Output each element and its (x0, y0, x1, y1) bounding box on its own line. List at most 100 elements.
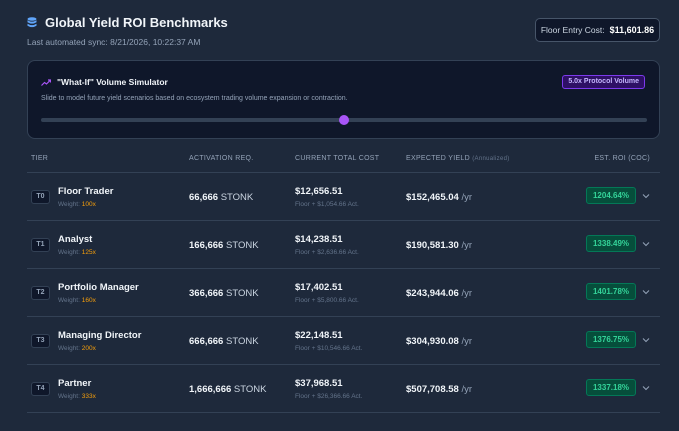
weight-label: Weight: (58, 297, 80, 304)
yield-period: /yr (461, 240, 473, 251)
tier-badge: T0 (31, 190, 50, 204)
roi-badge: 1204.64% (586, 187, 636, 204)
header-yield-label: EXPECTED YIELD (406, 155, 470, 162)
yield-amount: $507,708.58 (406, 384, 459, 395)
yield-period: /yr (461, 336, 473, 347)
floor-entry-label: Floor Entry Cost: (540, 25, 605, 35)
total-cost: $12,656.51 (295, 186, 343, 197)
weight-label: Weight: (58, 201, 80, 208)
tier-name: Floor Trader (58, 186, 114, 197)
tier-weight: Weight: 100x (58, 201, 96, 208)
weight-value: 125x (81, 249, 96, 256)
yield-period: /yr (461, 288, 473, 299)
activation-amount: 366,666 (189, 288, 224, 299)
yield-amount: $190,581.30 (406, 240, 459, 251)
total-cost: $37,968.51 (295, 378, 343, 389)
activation-unit: STONK (225, 288, 259, 299)
roi-badge: 1338.49% (586, 235, 636, 252)
total-cost: $17,402.51 (295, 282, 343, 293)
activation-requirement: 166,666 STONK (189, 240, 259, 251)
volume-simulator-panel: "What-If" Volume Simulator Slide to mode… (27, 60, 660, 139)
yield-period: /yr (461, 384, 473, 395)
weight-value: 333x (81, 393, 96, 400)
weight-value: 100x (81, 201, 96, 208)
roi-badge: 1401.78% (586, 283, 636, 300)
tier-badge: T2 (31, 286, 50, 300)
weight-label: Weight: (58, 345, 80, 352)
activation-amount: 1,666,666 (189, 384, 232, 395)
yield-period: /yr (461, 192, 473, 203)
header-cost: CURRENT TOTAL COST (295, 155, 380, 162)
floor-entry-cost: Floor Entry Cost: $11,601.86 (535, 18, 660, 42)
weight-value: 200x (81, 345, 96, 352)
tier-badge: T3 (31, 334, 50, 348)
tier-badge: T4 (31, 382, 50, 396)
activation-requirement: 66,666 STONK (189, 192, 253, 203)
page-header: Global Yield ROI Benchmarks Last automat… (27, 15, 228, 47)
table-row[interactable]: T0 Floor Trader Weight: 100x 66,666 STONK $1… (27, 173, 660, 221)
yield-amount: $304,930.08 (406, 336, 459, 347)
chevron-down-icon[interactable] (642, 288, 650, 296)
tier-name: Analyst (58, 234, 93, 245)
expected-yield: $243,944.06 /yr (406, 288, 472, 299)
tier-name: Managing Director (58, 330, 142, 341)
chevron-down-icon[interactable] (642, 336, 650, 344)
simulator-title: "What-If" Volume Simulator (57, 77, 168, 87)
cost-breakdown: Floor + $1,054.66 Act. (295, 201, 359, 208)
title-row: Global Yield ROI Benchmarks (27, 15, 228, 30)
header-yield: EXPECTED YIELD (Annualized) (406, 155, 510, 162)
tier-badge: T1 (31, 238, 50, 252)
activation-requirement: 666,666 STONK (189, 336, 259, 347)
yield-amount: $152,465.04 (406, 192, 459, 203)
header-yield-sub: (Annualized) (472, 156, 510, 162)
volume-slider[interactable] (41, 115, 647, 125)
floor-entry-value: $11,601.86 (609, 25, 655, 35)
chevron-down-icon[interactable] (642, 384, 650, 392)
cost-breakdown: Floor + $26,366.66 Act. (295, 393, 363, 400)
activation-amount: 66,666 (189, 192, 219, 203)
activation-unit: STONK (225, 240, 259, 251)
table-header: TIER ACTIVATION REQ. CURRENT TOTAL COST … (27, 145, 660, 173)
trending-up-icon (41, 78, 51, 86)
weight-label: Weight: (58, 249, 80, 256)
tier-weight: Weight: 333x (58, 393, 96, 400)
cost-breakdown: Floor + $5,800.66 Act. (295, 297, 359, 304)
table-row[interactable]: T4 Partner Weight: 333x 1,666,666 STONK $37,… (27, 365, 660, 413)
total-cost: $22,148.51 (295, 330, 343, 341)
total-cost: $14,238.51 (295, 234, 343, 245)
roi-badge: 1337.18% (586, 379, 636, 396)
simulator-title-row: "What-If" Volume Simulator (41, 77, 168, 87)
header-tier: TIER (31, 155, 49, 162)
cost-breakdown: Floor + $10,546.66 Act. (295, 345, 363, 352)
cost-breakdown: Floor + $2,636.66 Act. (295, 249, 359, 256)
roi-badge: 1376.75% (586, 331, 636, 348)
table-row[interactable]: T2 Portfolio Manager Weight: 160x 366,666 S… (27, 269, 660, 317)
database-icon (27, 16, 37, 27)
yield-amount: $243,944.06 (406, 288, 459, 299)
activation-amount: 166,666 (189, 240, 224, 251)
chevron-down-icon[interactable] (642, 192, 650, 200)
activation-unit: STONK (233, 384, 267, 395)
volume-slider-thumb[interactable] (339, 115, 349, 125)
table-row[interactable]: T1 Analyst Weight: 125x 166,666 STONK $14,23… (27, 221, 660, 269)
expected-yield: $152,465.04 /yr (406, 192, 472, 203)
activation-unit: STONK (225, 336, 259, 347)
tier-weight: Weight: 125x (58, 249, 96, 256)
activation-unit: STONK (220, 192, 254, 203)
expected-yield: $304,930.08 /yr (406, 336, 472, 347)
page-title: Global Yield ROI Benchmarks (45, 15, 228, 30)
header-activation: ACTIVATION REQ. (189, 155, 254, 162)
activation-amount: 666,666 (189, 336, 224, 347)
tier-name: Partner (58, 378, 92, 389)
chevron-down-icon[interactable] (642, 240, 650, 248)
table-row[interactable]: T3 Managing Director Weight: 200x 666,666 S… (27, 317, 660, 365)
simulator-description: Slide to model future yield scenarios ba… (41, 95, 348, 102)
header-roi: EST. ROI (COC) (594, 155, 650, 162)
protocol-volume-badge: 5.0x Protocol Volume (562, 75, 645, 89)
tier-weight: Weight: 200x (58, 345, 96, 352)
tier-weight: Weight: 160x (58, 297, 96, 304)
tier-name: Portfolio Manager (58, 282, 139, 293)
activation-requirement: 366,666 STONK (189, 288, 259, 299)
activation-requirement: 1,666,666 STONK (189, 384, 266, 395)
weight-label: Weight: (58, 393, 80, 400)
